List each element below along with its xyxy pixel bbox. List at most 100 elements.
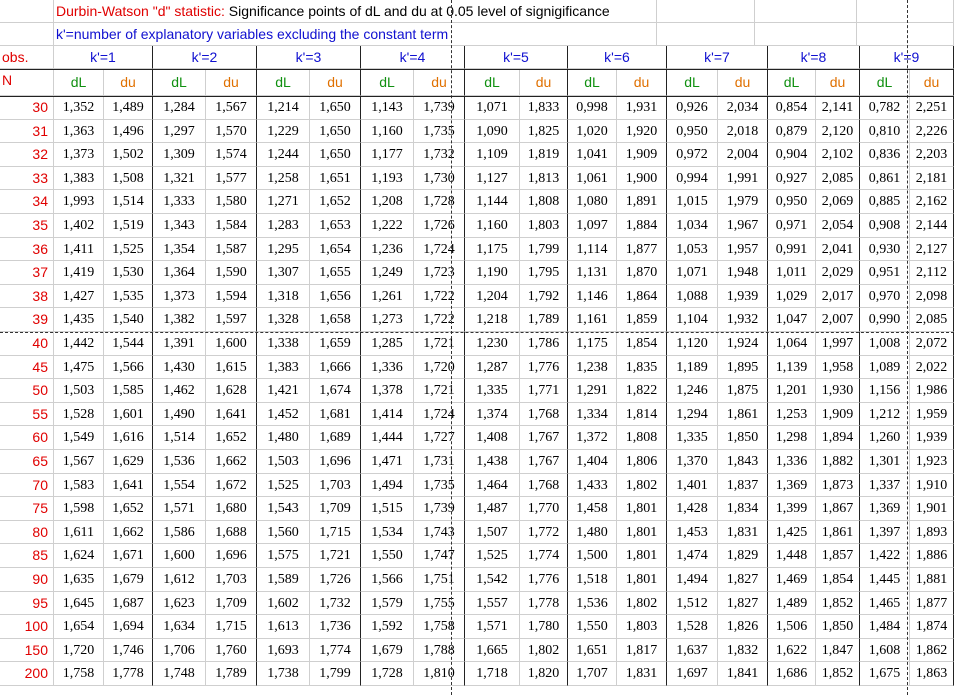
dl-value[interactable]: 1,624 bbox=[54, 544, 104, 568]
du-value[interactable]: 1,825 bbox=[520, 119, 568, 144]
n-value[interactable]: 55 bbox=[0, 402, 54, 427]
n-value[interactable]: 33 bbox=[0, 166, 54, 191]
du-value[interactable]: 1,884 bbox=[617, 214, 667, 238]
du-value[interactable]: 1,778 bbox=[520, 591, 568, 616]
du-value[interactable]: 1,948 bbox=[718, 261, 768, 285]
dl-value[interactable]: 1,354 bbox=[153, 237, 206, 262]
du-value[interactable]: 1,801 bbox=[617, 520, 667, 545]
dl-value[interactable]: 1,480 bbox=[257, 426, 310, 450]
du-value[interactable]: 2,144 bbox=[910, 214, 954, 238]
dl-value[interactable]: 1,190 bbox=[465, 261, 520, 285]
du-value[interactable]: 1,900 bbox=[617, 166, 667, 191]
du-value[interactable]: 1,732 bbox=[310, 591, 361, 616]
du-value[interactable]: 1,535 bbox=[104, 284, 153, 309]
blank-cell[interactable] bbox=[857, 23, 954, 46]
blank-cell[interactable] bbox=[612, 23, 657, 46]
dl-value[interactable]: 1,608 bbox=[860, 638, 910, 663]
du-value[interactable]: 1,822 bbox=[617, 379, 667, 403]
du-value[interactable]: 1,720 bbox=[414, 355, 465, 380]
dl-value[interactable]: 1,143 bbox=[361, 96, 414, 120]
du-value[interactable]: 1,909 bbox=[816, 402, 860, 427]
dl-value[interactable]: 1,071 bbox=[667, 261, 718, 285]
dl-value[interactable]: 0,990 bbox=[860, 308, 910, 332]
du-value[interactable]: 1,601 bbox=[104, 402, 153, 427]
dl-value[interactable]: 1,428 bbox=[667, 497, 718, 521]
blank-cell[interactable] bbox=[857, 0, 954, 23]
dl-value[interactable]: 1,230 bbox=[465, 332, 520, 356]
du-value[interactable]: 1,721 bbox=[414, 332, 465, 356]
du-value[interactable]: 1,728 bbox=[414, 190, 465, 214]
du-value[interactable]: 1,721 bbox=[310, 544, 361, 568]
dl-value[interactable]: 1,383 bbox=[54, 166, 104, 191]
du-value[interactable]: 1,850 bbox=[816, 615, 860, 639]
du-value[interactable]: 1,703 bbox=[206, 568, 257, 592]
dl-value[interactable]: 1,373 bbox=[153, 284, 206, 309]
dl-value[interactable]: 1,484 bbox=[860, 615, 910, 639]
du-value[interactable]: 1,930 bbox=[816, 379, 860, 403]
dl-value[interactable]: 1,383 bbox=[257, 355, 310, 380]
du-value[interactable]: 1,514 bbox=[104, 190, 153, 214]
dl-value[interactable]: 1,047 bbox=[768, 308, 816, 332]
du-value[interactable]: 1,789 bbox=[520, 308, 568, 332]
du-value[interactable]: 1,895 bbox=[718, 355, 768, 380]
du-value[interactable]: 1,758 bbox=[414, 615, 465, 639]
du-value[interactable]: 1,986 bbox=[910, 379, 954, 403]
du-value[interactable]: 1,826 bbox=[718, 615, 768, 639]
dl-value[interactable]: 1,088 bbox=[667, 284, 718, 309]
du-value[interactable]: 1,829 bbox=[718, 544, 768, 568]
dl-value[interactable]: 1,029 bbox=[768, 284, 816, 309]
dl-value[interactable]: 1,120 bbox=[667, 332, 718, 356]
blank-cell[interactable] bbox=[755, 23, 857, 46]
n-value[interactable]: 30 bbox=[0, 96, 54, 120]
du-value[interactable]: 1,654 bbox=[310, 237, 361, 262]
dl-value[interactable]: 1,613 bbox=[257, 615, 310, 639]
du-value[interactable]: 1,502 bbox=[104, 143, 153, 167]
du-value[interactable]: 1,525 bbox=[104, 237, 153, 262]
dl-value[interactable]: 0,971 bbox=[768, 214, 816, 238]
dl-value[interactable]: 1,238 bbox=[568, 355, 617, 380]
dl-value[interactable]: 0,927 bbox=[768, 166, 816, 191]
dl-value[interactable]: 1,427 bbox=[54, 284, 104, 309]
blank-cell[interactable] bbox=[0, 23, 54, 46]
dl-value[interactable]: 1,401 bbox=[667, 473, 718, 498]
du-value[interactable]: 1,544 bbox=[104, 332, 153, 356]
dl-value[interactable]: 1,475 bbox=[54, 355, 104, 380]
du-value[interactable]: 2,072 bbox=[910, 332, 954, 356]
dl-value[interactable]: 1,602 bbox=[257, 591, 310, 616]
du-value[interactable]: 1,854 bbox=[816, 568, 860, 592]
du-value[interactable]: 1,768 bbox=[520, 473, 568, 498]
dl-value[interactable]: 1,261 bbox=[361, 284, 414, 309]
du-value[interactable]: 1,767 bbox=[520, 450, 568, 474]
du-value[interactable]: 1,689 bbox=[310, 426, 361, 450]
dl-value[interactable]: 0,810 bbox=[860, 119, 910, 144]
dl-value[interactable]: 1,298 bbox=[768, 426, 816, 450]
dl-value[interactable]: 1,623 bbox=[153, 591, 206, 616]
du-value[interactable]: 1,652 bbox=[104, 497, 153, 521]
dl-value[interactable]: 1,336 bbox=[361, 355, 414, 380]
dl-value[interactable]: 1,291 bbox=[568, 379, 617, 403]
dl-value[interactable]: 1,586 bbox=[153, 520, 206, 545]
du-value[interactable]: 1,628 bbox=[206, 379, 257, 403]
du-value[interactable]: 1,924 bbox=[718, 332, 768, 356]
dl-value[interactable]: 1,139 bbox=[768, 355, 816, 380]
dl-value[interactable]: 1,465 bbox=[860, 591, 910, 616]
du-value[interactable]: 2,054 bbox=[816, 214, 860, 238]
dl-value[interactable]: 1,378 bbox=[361, 379, 414, 403]
du-value[interactable]: 2,102 bbox=[816, 143, 860, 167]
blank-cell[interactable] bbox=[612, 0, 657, 23]
dl-value[interactable]: 1,411 bbox=[54, 237, 104, 262]
dl-value[interactable]: 1,525 bbox=[257, 473, 310, 498]
du-value[interactable]: 1,584 bbox=[206, 214, 257, 238]
dl-value[interactable]: 1,089 bbox=[860, 355, 910, 380]
dl-value[interactable]: 1,549 bbox=[54, 426, 104, 450]
du-value[interactable]: 1,806 bbox=[617, 450, 667, 474]
n-value[interactable]: 34 bbox=[0, 190, 54, 214]
dl-value[interactable]: 1,397 bbox=[860, 520, 910, 545]
du-value[interactable]: 1,767 bbox=[520, 426, 568, 450]
du-value[interactable]: 1,886 bbox=[910, 544, 954, 568]
dl-value[interactable]: 1,528 bbox=[54, 402, 104, 427]
du-value[interactable]: 1,650 bbox=[310, 96, 361, 120]
dl-value[interactable]: 1,542 bbox=[465, 568, 520, 592]
dl-value[interactable]: 1,515 bbox=[361, 497, 414, 521]
dl-value[interactable]: 1,758 bbox=[54, 662, 104, 686]
